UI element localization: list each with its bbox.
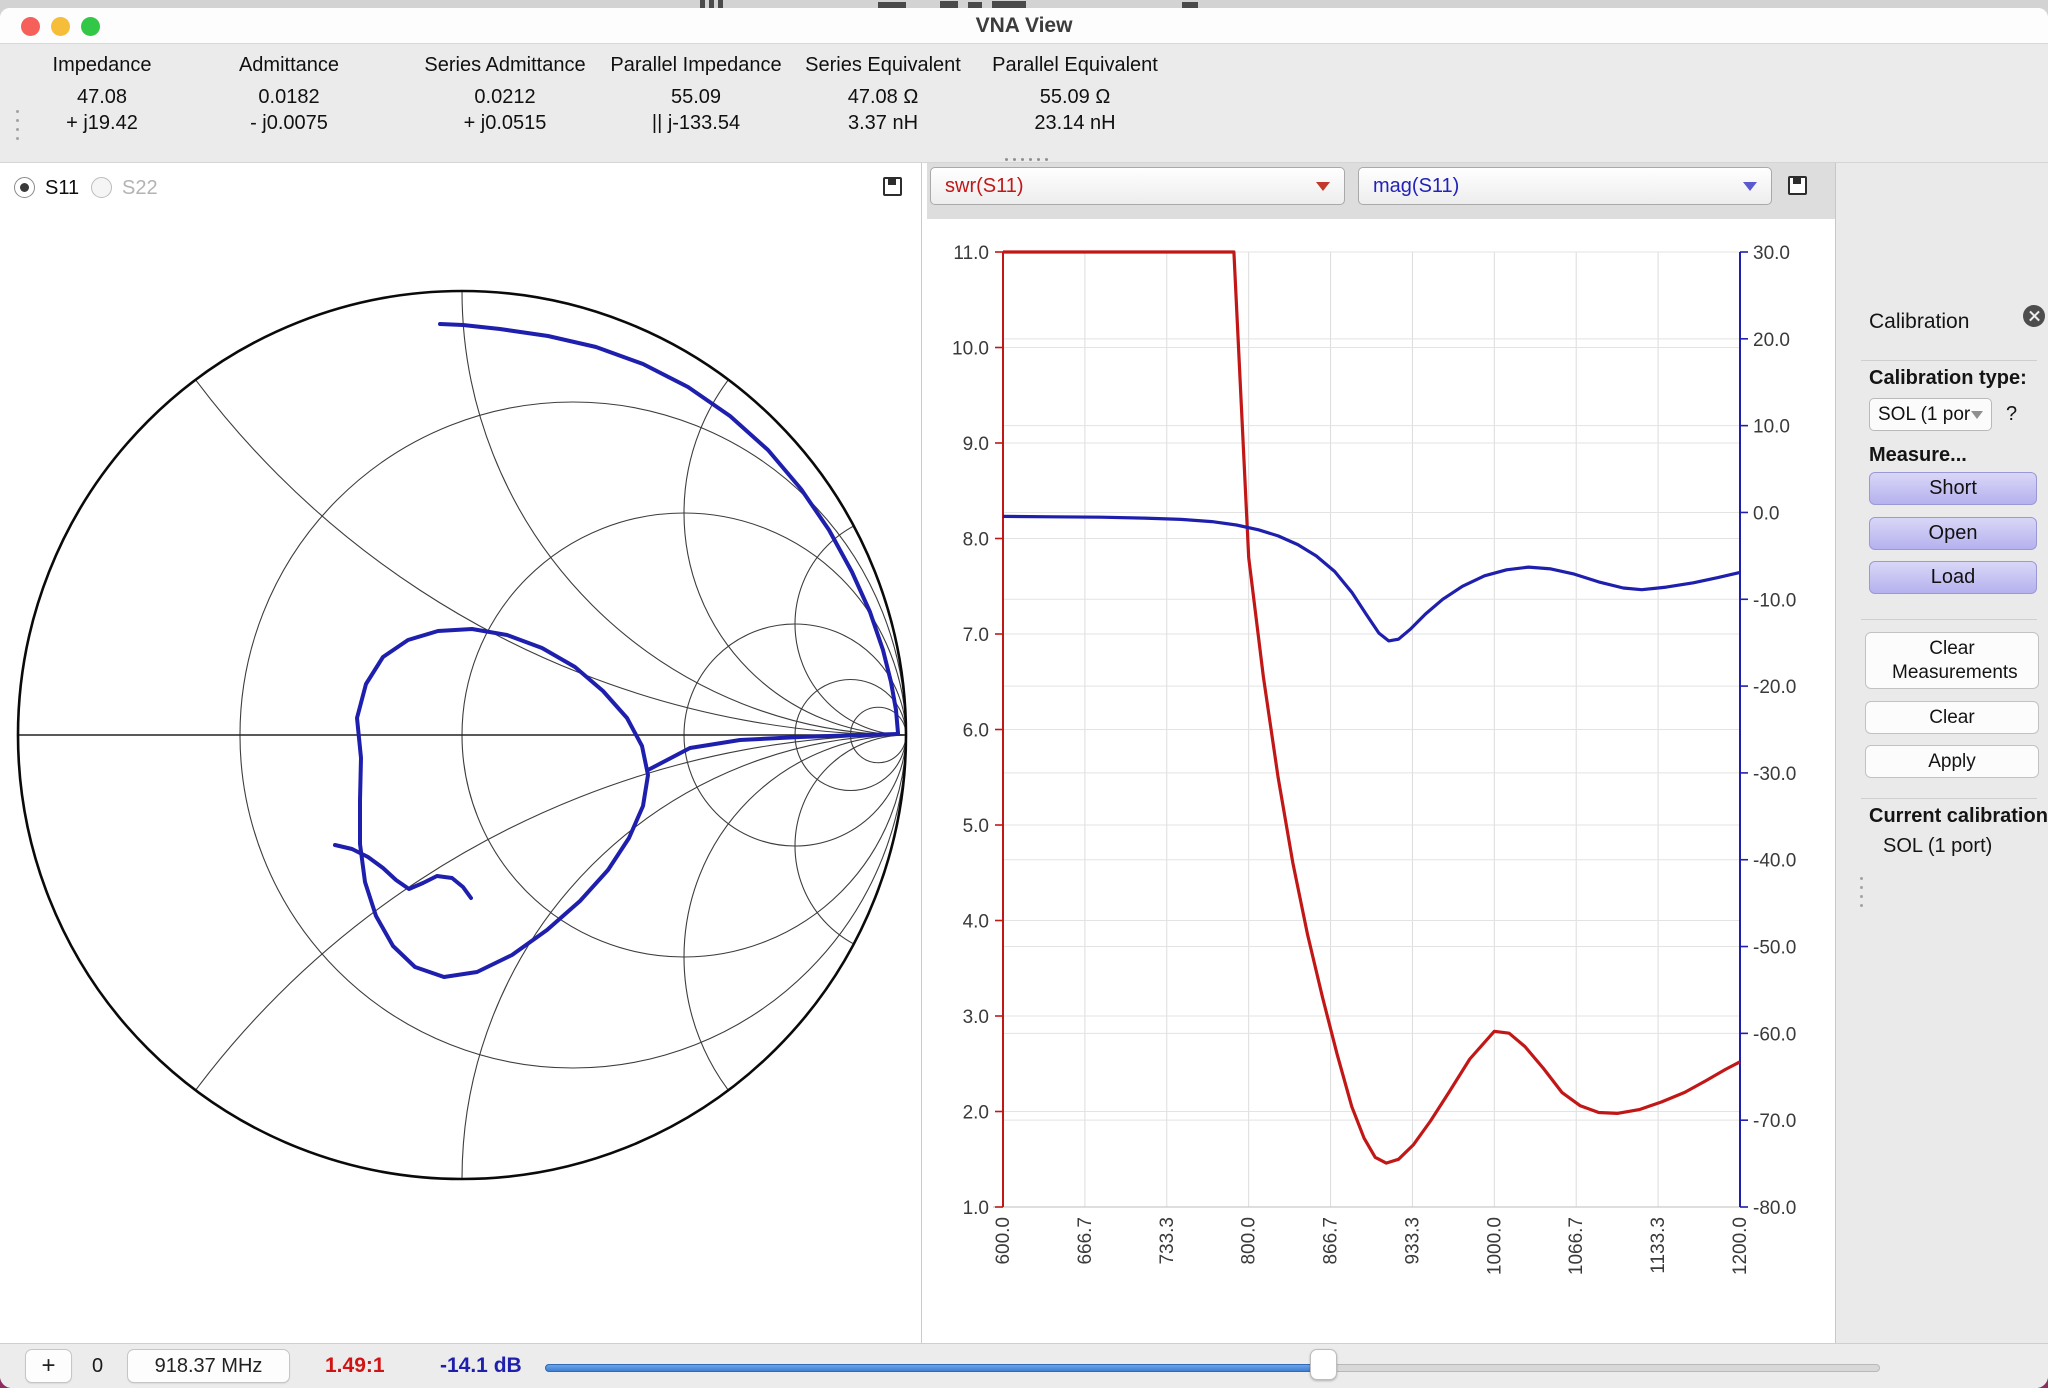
trace1-dropdown-value: swr(S11) (945, 174, 1024, 197)
plot-grid (1002, 251, 1741, 1208)
series-admittance-readout: Series Admittance 0.0212 + j0.0515 (424, 54, 586, 134)
chart-popout-icon[interactable] (1788, 176, 1807, 195)
parallel-equivalent-readout: Parallel Equivalent 55.09 Ω 23.14 nH (992, 54, 1158, 134)
chevron-down-icon (1971, 410, 1983, 419)
svg-text:-70.0: -70.0 (1753, 1111, 1796, 1132)
marker-bar: + 0 918.37 MHz 1.49:1 -14.1 dB (0, 1343, 2048, 1388)
svg-text:-50.0: -50.0 (1753, 938, 1796, 959)
line-chart-panel: swr(S11) mag(S11) 11.0 10.0 9.0 8.0 7.0 6.0 5.… (922, 163, 1835, 1343)
svg-text:8.0: 8.0 (963, 530, 989, 551)
main-content: S11 S22 swr(S11) mag(S11) 11.0 10.0 9.0 8.0 (0, 163, 2048, 1343)
marker-swr-readout: 1.49:1 (325, 1354, 385, 1377)
svg-text:1133.3: 1133.3 (1648, 1217, 1669, 1274)
impedance-readout: Impedance 47.08 + j19.42 (52, 54, 152, 134)
marker-frequency-field[interactable]: 918.37 MHz (127, 1349, 290, 1383)
current-calibration-value: SOL (1 port) (1883, 835, 1993, 857)
svg-text:600.0: 600.0 (993, 1217, 1014, 1265)
clear-button[interactable]: Clear (1865, 701, 2039, 734)
marker-index: 0 (92, 1355, 104, 1377)
apply-button[interactable]: Apply (1865, 745, 2039, 778)
admittance-readout: Admittance 0.0182 - j0.0075 (238, 54, 340, 134)
svg-text:10.0: 10.0 (1753, 417, 1790, 438)
svg-text:933.3: 933.3 (1402, 1217, 1423, 1265)
parallel-impedance-readout: Parallel Impedance 55.09 || j-133.54 (610, 54, 782, 134)
smith-chart-panel: S11 S22 (0, 163, 921, 1343)
svg-text:6.0: 6.0 (963, 721, 989, 742)
svg-text:10.0: 10.0 (952, 339, 989, 360)
add-marker-button[interactable]: + (25, 1349, 72, 1383)
mag(S11)-series (1002, 514, 1741, 643)
svg-text:1.0: 1.0 (963, 1198, 989, 1219)
swr-mag-plot: 11.0 10.0 9.0 8.0 7.0 6.0 5.0 4.0 3.0 2.0 1.0 30.0 2… (952, 243, 1796, 1275)
svg-text:733.3: 733.3 (1157, 1217, 1178, 1265)
load-button[interactable]: Load (1869, 561, 2037, 594)
svg-text:-10.0: -10.0 (1753, 590, 1796, 611)
open-button[interactable]: Open (1869, 517, 2037, 550)
calibration-help-button[interactable]: ? (2006, 403, 2017, 426)
svg-text:20.0: 20.0 (1753, 330, 1790, 351)
frequency-slider-handle[interactable] (1310, 1349, 1337, 1380)
calibration-type-label: Calibration type: (1869, 367, 2027, 389)
marker-db-readout: -14.1 dB (440, 1354, 522, 1377)
app-window: VNA View Impedance 47.08 + j19.42 Admitt… (0, 8, 2048, 1388)
svg-text:-30.0: -30.0 (1753, 764, 1796, 785)
svg-text:4.0: 4.0 (963, 912, 989, 933)
svg-text:30.0: 30.0 (1753, 243, 1790, 264)
svg-text:7.0: 7.0 (963, 625, 989, 646)
swr(S11)-series (1003, 250, 1741, 1165)
svg-text:-60.0: -60.0 (1753, 1024, 1796, 1045)
chart-header-bar: swr(S11) mag(S11) (927, 163, 1835, 219)
series-equivalent-readout: Series Equivalent 47.08 Ω 3.37 nH (805, 54, 961, 134)
svg-text:5.0: 5.0 (963, 816, 989, 837)
svg-text:2.0: 2.0 (963, 1103, 989, 1124)
s22-radio-label[interactable]: S22 (122, 177, 158, 199)
trace1-dropdown[interactable]: swr(S11) (930, 167, 1345, 205)
svg-text:-80.0: -80.0 (1753, 1198, 1796, 1219)
title-bar: VNA View (0, 8, 2048, 44)
short-button[interactable]: Short (1869, 472, 2037, 505)
header-drag-handle[interactable] (16, 110, 19, 146)
svg-text:1200.0: 1200.0 (1730, 1217, 1751, 1275)
svg-text:1066.7: 1066.7 (1566, 1217, 1587, 1275)
s11-radio[interactable] (14, 177, 35, 198)
svg-text:0.0: 0.0 (1753, 503, 1779, 524)
chevron-down-icon (1316, 181, 1330, 191)
frequency-slider-fill (545, 1364, 1323, 1372)
smith-popout-icon[interactable] (883, 177, 902, 196)
sidebar-title: Calibration (1869, 310, 1970, 333)
sidebar-drag-handle[interactable] (1860, 877, 1863, 913)
svg-text:800.0: 800.0 (1239, 1217, 1260, 1265)
close-panel-icon[interactable] (2023, 305, 2045, 327)
s22-radio[interactable] (91, 177, 112, 198)
svg-text:3.0: 3.0 (963, 1007, 989, 1028)
svg-text:666.7: 666.7 (1075, 1217, 1096, 1265)
measure-label: Measure... (1869, 444, 1967, 466)
chevron-down-icon (1743, 181, 1757, 191)
s11-smith-trace (333, 322, 900, 979)
svg-text:1000.0: 1000.0 (1484, 1217, 1505, 1275)
current-calibration-label: Current calibration: (1869, 805, 2048, 827)
calibration-sidebar: Calibration Calibration type: SOL (1 por… (1835, 163, 2048, 1343)
trace2-dropdown[interactable]: mag(S11) (1358, 167, 1772, 205)
svg-text:11.0: 11.0 (953, 243, 989, 264)
svg-text:-40.0: -40.0 (1753, 851, 1796, 872)
s11-radio-label[interactable]: S11 (45, 177, 79, 199)
smith-chart (16, 289, 908, 1181)
measurement-header: Impedance 47.08 + j19.42 Admittance 0.01… (0, 44, 2048, 163)
trace2-dropdown-value: mag(S11) (1373, 174, 1460, 197)
smith-grid (18, 291, 906, 1179)
clear-measurements-button[interactable]: Clear Measurements (1865, 632, 2039, 689)
calibration-type-dropdown[interactable]: SOL (1 por (1869, 398, 1992, 431)
window-title: VNA View (975, 14, 1073, 37)
svg-text:9.0: 9.0 (963, 434, 989, 455)
svg-text:-20.0: -20.0 (1753, 677, 1796, 698)
svg-text:866.7: 866.7 (1321, 1217, 1342, 1265)
